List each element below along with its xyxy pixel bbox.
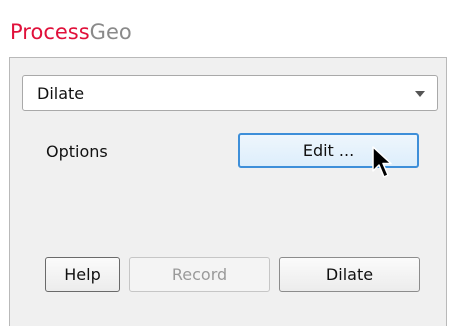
app-title: ProcessGeo [10, 18, 132, 46]
app-title-process: Process [10, 20, 90, 44]
operation-select[interactable]: Dilate [22, 75, 438, 111]
record-button[interactable]: Record [129, 257, 270, 292]
app-title-geo: Geo [89, 20, 132, 44]
mouse-cursor-icon [372, 146, 392, 178]
operation-select-value: Dilate [37, 84, 85, 103]
options-label: Options [46, 142, 108, 161]
processgeo-window: ProcessGeo Dilate Options Edit ... Help … [0, 0, 456, 326]
chevron-down-icon [415, 91, 425, 97]
help-button[interactable]: Help [45, 257, 120, 292]
dilate-run-button[interactable]: Dilate [279, 257, 420, 292]
